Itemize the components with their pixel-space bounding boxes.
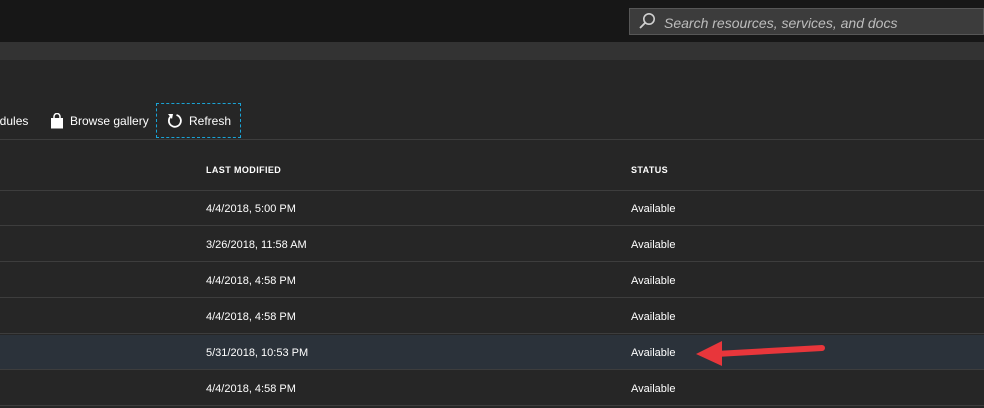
refresh-label: Refresh <box>189 113 232 128</box>
status-cell: Available <box>631 203 676 215</box>
column-header-last-modified[interactable]: LAST MODIFIED <box>206 165 281 175</box>
command-toolbar: odules Browse gallery Refresh <box>0 103 984 139</box>
table-row[interactable]: 4/4/2018, 4:58 PM Available <box>0 299 984 334</box>
table-row[interactable]: 4/4/2018, 5:00 PM Available <box>0 191 984 226</box>
last-modified-cell: 3/26/2018, 11:58 AM <box>206 239 307 251</box>
last-modified-cell: 4/4/2018, 4:58 PM <box>206 383 296 395</box>
breadcrumb-bar <box>0 42 984 60</box>
table-row[interactable]: 4/4/2018, 4:58 PM Available <box>0 263 984 298</box>
status-cell: Available <box>631 383 676 395</box>
top-bar <box>0 0 984 42</box>
last-modified-cell: 4/4/2018, 4:58 PM <box>206 311 296 323</box>
browse-gallery-label: Browse gallery <box>70 114 149 128</box>
browse-gallery-button[interactable]: Browse gallery <box>50 103 149 139</box>
last-modified-cell: 5/31/2018, 10:53 PM <box>206 347 309 359</box>
status-cell: Available <box>631 311 676 323</box>
table-header: LAST MODIFIED STATUS <box>0 140 984 190</box>
global-search-box[interactable] <box>629 8 984 35</box>
status-cell: Available <box>631 239 676 251</box>
last-modified-cell: 4/4/2018, 4:58 PM <box>206 275 296 287</box>
table-row[interactable]: 4/4/2018, 4:58 PM Available <box>0 371 984 406</box>
shopping-bag-icon <box>51 113 63 129</box>
table-row[interactable]: 3/26/2018, 11:58 AM Available <box>0 227 984 262</box>
table-row-highlighted[interactable]: 5/31/2018, 10:53 PM Available <box>0 335 984 370</box>
refresh-button[interactable]: Refresh <box>156 103 242 138</box>
column-header-status[interactable]: STATUS <box>631 165 668 175</box>
search-input[interactable] <box>662 11 976 34</box>
status-cell: Available <box>631 347 676 359</box>
search-icon <box>639 13 655 29</box>
status-cell: Available <box>631 275 676 287</box>
modules-button[interactable]: odules <box>0 103 28 139</box>
last-modified-cell: 4/4/2018, 5:00 PM <box>206 203 296 215</box>
modules-label: odules <box>0 114 29 128</box>
refresh-icon <box>168 114 182 128</box>
annotation-arrow-icon <box>696 341 825 366</box>
